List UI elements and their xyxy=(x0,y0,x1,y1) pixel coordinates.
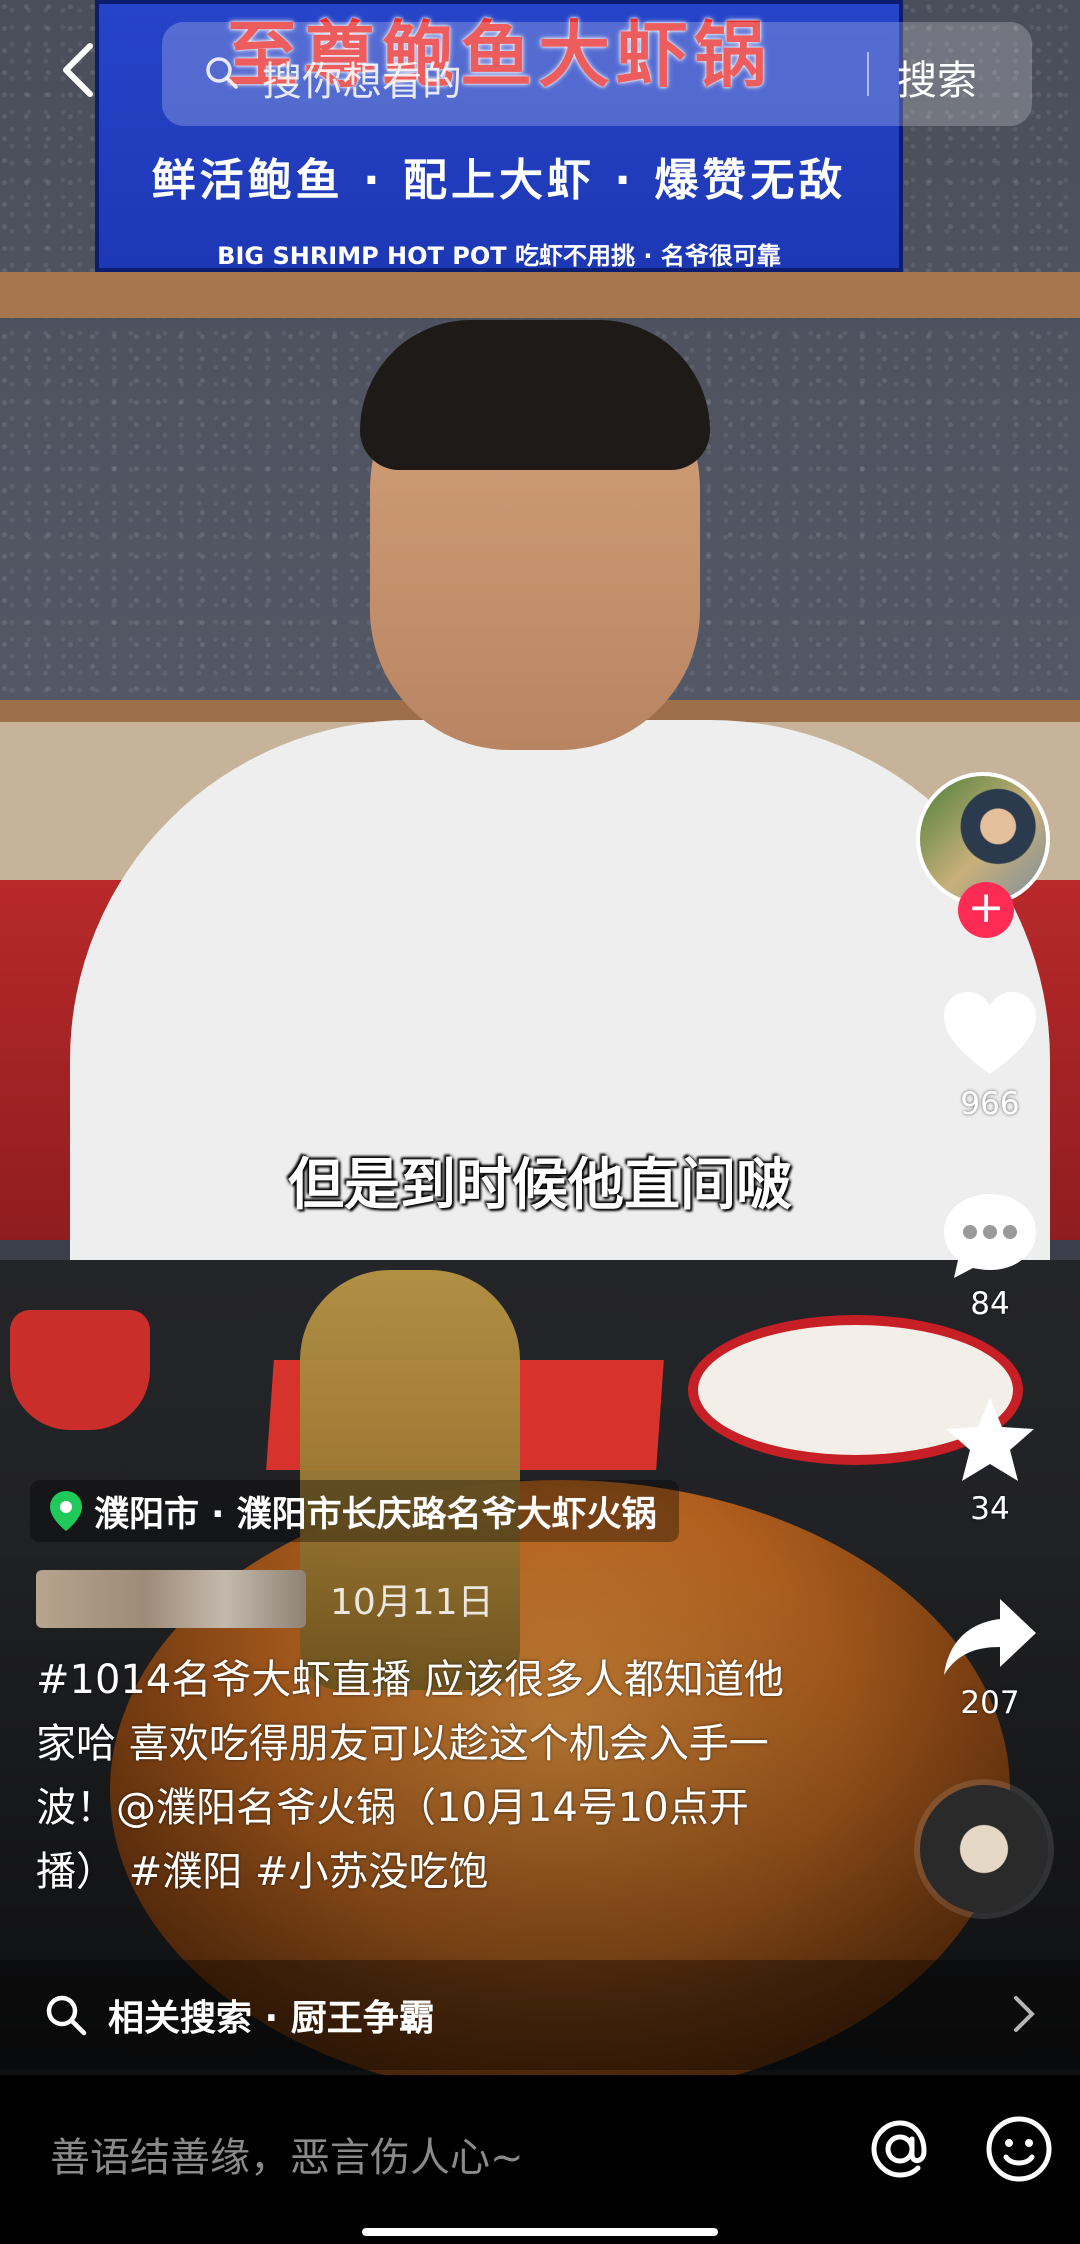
search-divider xyxy=(867,52,869,96)
heart-icon xyxy=(944,992,1036,1074)
comment-button[interactable]: 84 xyxy=(930,1190,1050,1322)
share-icon xyxy=(944,1599,1036,1675)
like-button[interactable]: 966 xyxy=(930,990,1050,1122)
sign-subtitle: 鲜活鲍鱼 · 配上大虾 · 爆赞无敌 xyxy=(151,155,847,206)
related-search-text: 相关搜索 · 厨王争霸 xyxy=(108,1998,435,2039)
star-icon xyxy=(946,1398,1034,1481)
back-button[interactable] xyxy=(52,40,112,100)
location-text: 濮阳市 · 濮阳市长庆路名爷大虾火锅 xyxy=(94,1494,657,1535)
search-button[interactable]: 搜索 xyxy=(897,48,977,106)
author-avatar-group[interactable]: + xyxy=(916,772,1056,938)
video-subtitle: 但是到时候他直间啵 xyxy=(288,1153,792,1218)
video-description[interactable]: #1014名爷大虾直播 应该很多人都知道他家哈 喜欢吃得朋友可以趁这个机会入手一… xyxy=(36,1648,796,1904)
share-count: 207 xyxy=(960,1685,1020,1721)
comment-icon xyxy=(944,1194,1036,1278)
emoji-icon[interactable] xyxy=(985,2115,1053,2183)
comment-bar: 善语结善缘，恶言伤人心~ xyxy=(0,2075,1080,2244)
sauce-bowl xyxy=(10,1310,150,1430)
share-button[interactable]: 207 xyxy=(930,1595,1050,1721)
music-disc[interactable] xyxy=(920,1785,1048,1913)
location-pin-icon xyxy=(50,1491,82,1531)
home-indicator xyxy=(362,2228,718,2236)
favorite-button[interactable]: 34 xyxy=(930,1395,1050,1527)
search-input[interactable]: 搜你想看的 xyxy=(262,49,462,107)
author-name[interactable]: @ xyxy=(36,1570,306,1628)
search-bar[interactable]: 搜你想看的 搜索 xyxy=(162,22,1032,126)
post-date: 10月11日 xyxy=(330,1582,494,1623)
location-tag[interactable]: 濮阳市 · 濮阳市长庆路名爷大虾火锅 xyxy=(30,1480,679,1542)
search-icon xyxy=(46,1995,87,2036)
comment-count: 84 xyxy=(970,1286,1010,1322)
favorite-count: 34 xyxy=(970,1491,1010,1527)
back-arrow-icon xyxy=(63,43,93,97)
author-row: @ 10月11日 xyxy=(36,1570,494,1628)
search-icon xyxy=(206,57,238,89)
comment-input[interactable]: 善语结善缘，恶言伤人心~ xyxy=(50,2125,524,2183)
sign-small-text: BIG SHRIMP HOT POT 吃虾不用挑 · 名爷很可靠 xyxy=(217,242,781,270)
follow-button[interactable]: + xyxy=(958,882,1014,938)
at-mention-icon[interactable] xyxy=(862,2111,938,2187)
like-count: 966 xyxy=(960,1086,1020,1122)
chevron-right-icon xyxy=(1014,1996,1035,2032)
related-search-bar[interactable]: 相关搜索 · 厨王争霸 xyxy=(0,1960,1080,2070)
person-hair xyxy=(360,320,710,470)
wood-shelf xyxy=(0,272,1080,318)
